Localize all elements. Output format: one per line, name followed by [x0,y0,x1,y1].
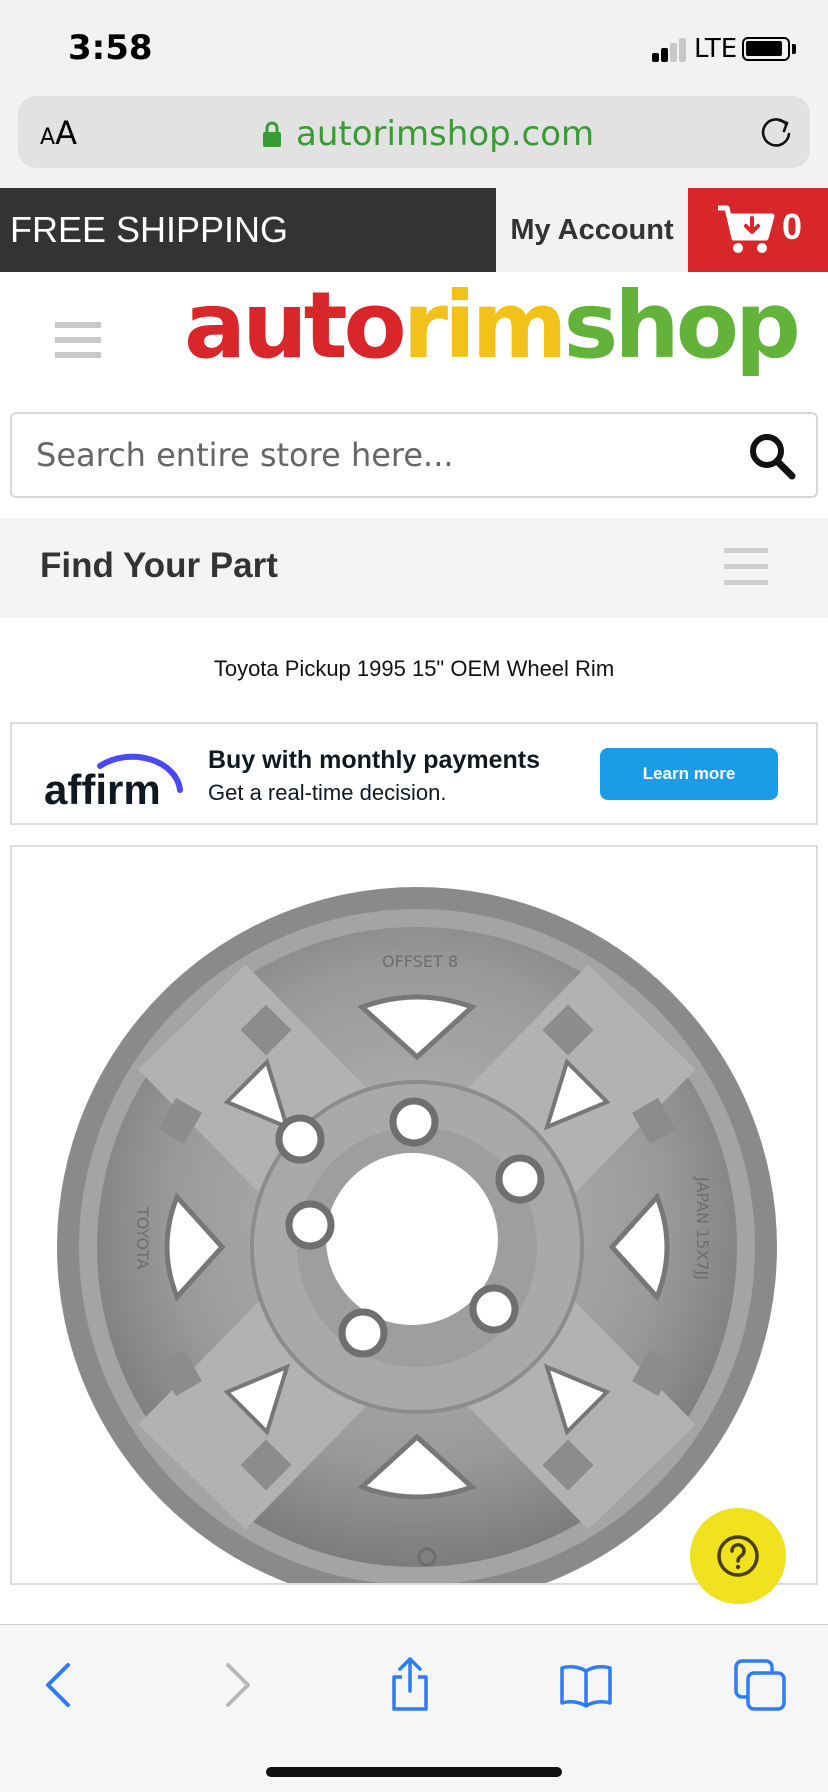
svg-text:OFFSET 8: OFFSET 8 [382,952,458,971]
free-shipping-banner[interactable]: FREE SHIPPING [0,188,496,272]
network-label: LTE [694,34,738,64]
site-top-strip: FREE SHIPPING My Account 0 [0,188,828,272]
affirm-banner: affirm Buy with monthly payments Get a r… [10,722,818,825]
browser-url-area: AA autorimshop.com [0,94,828,188]
product-image[interactable]: OFFSET 8 TOYOTA JAPAN 15X7JJ [10,845,818,1585]
affirm-logo: affirm [44,753,183,810]
find-part-menu-icon[interactable] [724,548,768,586]
search-input[interactable] [36,414,716,496]
address-bar[interactable]: AA autorimshop.com [18,96,810,168]
product-title: Toyota Pickup 1995 15" OEM Wheel Rim [213,656,615,681]
search-box [10,412,818,498]
lock-icon [263,121,281,147]
status-time: 3:58 [68,28,153,68]
search-icon[interactable] [748,432,796,480]
svg-text:JAPAN 15X7JJ: JAPAN 15X7JJ [693,1176,712,1280]
cart-count: 0 [782,206,803,247]
svg-text:affirm: affirm [44,766,161,810]
forward-icon[interactable] [206,1655,266,1715]
svg-text:TOYOTA: TOYOTA [133,1206,152,1270]
back-icon[interactable] [30,1655,90,1715]
browser-toolbar [0,1624,828,1792]
url-text[interactable]: autorimshop.com [296,114,594,154]
cart-button[interactable]: 0 [688,188,828,272]
menu-icon[interactable] [55,322,101,358]
find-your-part-bar[interactable]: Find Your Part [0,518,828,618]
tabs-icon[interactable] [730,1655,790,1715]
my-account-link[interactable]: My Account [496,188,688,272]
question-icon [717,1535,759,1577]
cart-icon [718,205,775,253]
site-header: autorimshop [0,272,828,400]
home-indicator [266,1767,562,1777]
wheel-image: OFFSET 8 TOYOTA JAPAN 15X7JJ [57,887,777,1583]
learn-more-button[interactable]: Learn more [600,748,778,800]
text-size-button[interactable]: AA [40,114,77,152]
affirm-headline: Buy with monthly payments [208,746,540,774]
battery-icon [742,37,790,61]
share-icon[interactable] [380,1655,440,1715]
help-button[interactable] [690,1508,786,1604]
page: 3:58 LTE AA autorimshop.com FREE SHIPPIN… [0,0,828,1792]
affirm-subline: Get a real-time decision. [208,780,447,805]
site-logo[interactable]: autorimshop [184,276,801,376]
bookmarks-icon[interactable] [556,1655,616,1715]
reload-icon[interactable] [756,112,796,152]
signal-icon [652,36,688,62]
status-bar: 3:58 LTE [0,0,828,94]
find-your-part-title: Find Your Part [40,546,278,585]
battery-cap [792,44,796,54]
